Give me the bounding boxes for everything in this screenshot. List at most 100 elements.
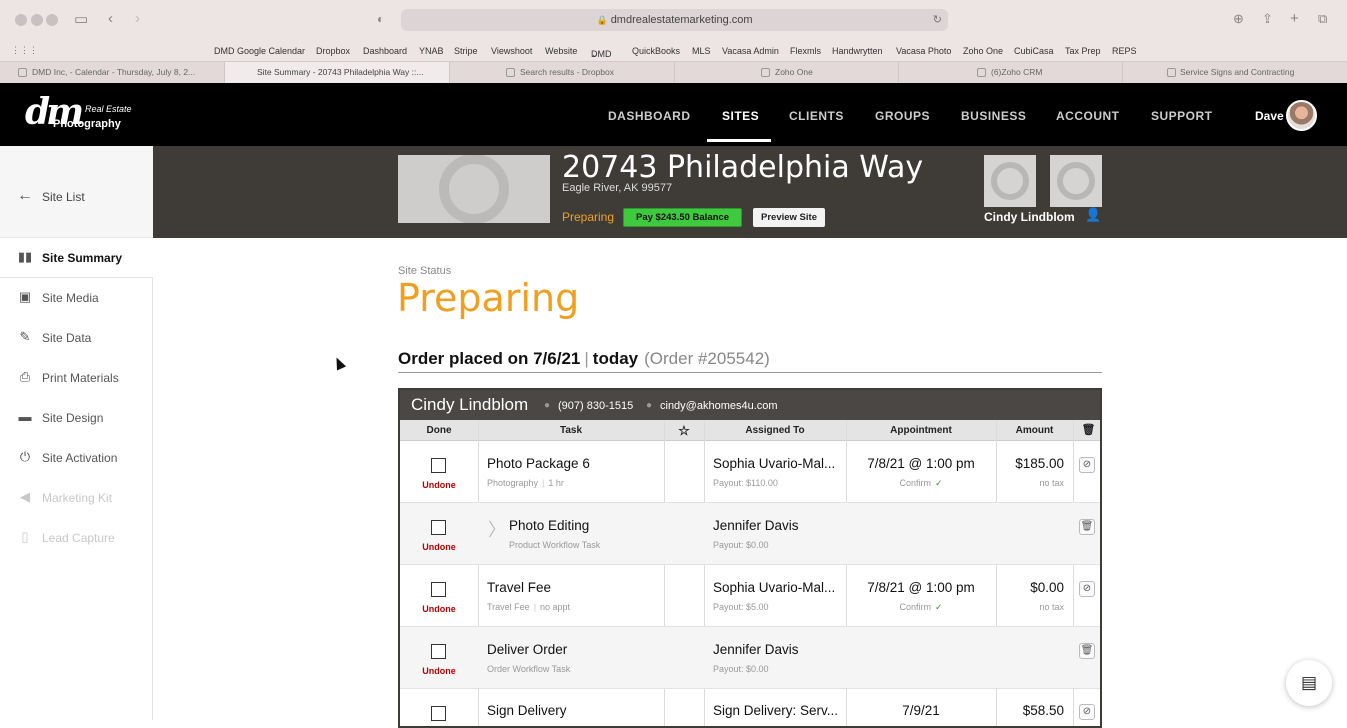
megaphone-icon: ◀: [20, 489, 30, 504]
sidebar-item-site-summary[interactable]: ▮▮ Site Summary: [0, 238, 153, 278]
done-checkbox[interactable]: [431, 458, 446, 473]
cancel-icon[interactable]: ⊘: [1079, 704, 1095, 720]
browser-tab[interactable]: (6)Zoho CRM: [899, 62, 1123, 83]
new-tab-icon[interactable]: +: [1290, 10, 1299, 27]
browser-tab[interactable]: Zoho One: [675, 62, 899, 83]
nav-dashboard[interactable]: DASHBOARD: [608, 109, 691, 123]
order-heading: Order placed on 7/6/21 | today (Order #2055…: [398, 349, 1102, 373]
privacy-shield-icon[interactable]: ◐: [377, 12, 384, 26]
trash-icon[interactable]: 🗑: [1079, 519, 1095, 535]
bookmark[interactable]: Dropbox: [316, 46, 350, 56]
cancel-icon[interactable]: ⊘: [1079, 457, 1095, 473]
nav-support[interactable]: SUPPORT: [1151, 109, 1213, 123]
preview-site-button[interactable]: Preview Site: [753, 208, 825, 227]
browser-tab[interactable]: Search results - Dropbox: [450, 62, 675, 83]
agent-photo[interactable]: [984, 155, 1036, 207]
tab-overview-icon[interactable]: ⧉: [1318, 11, 1327, 27]
chat-icon[interactable]: ▤: [1286, 660, 1332, 706]
bookmark[interactable]: CubiCasa: [1014, 46, 1054, 56]
download-icon[interactable]: ⊕: [1233, 11, 1244, 27]
sidebar-item-print-materials[interactable]: ⎙ Print Materials: [0, 358, 153, 398]
nav-sites[interactable]: SITES: [722, 109, 759, 123]
arrow-left-icon[interactable]: ←: [17, 187, 33, 205]
appointment[interactable]: 7/9/21: [846, 703, 996, 718]
sidebar-item-lead-capture[interactable]: ▯ Lead Capture: [0, 518, 153, 558]
bookmark[interactable]: REPS: [1112, 46, 1137, 56]
bookmark[interactable]: DMD Google Calendar: [214, 46, 305, 56]
brand-logo[interactable]: dm Real Estate Photography: [25, 92, 132, 132]
bookmark[interactable]: QuickBooks: [632, 46, 680, 56]
bookmark[interactable]: Tax Prep: [1065, 46, 1101, 56]
bookmark[interactable]: Handwrytten: [832, 46, 883, 56]
done-checkbox[interactable]: [431, 582, 446, 597]
site-thumbnail[interactable]: [398, 155, 550, 223]
trash-icon[interactable]: 🗑: [1073, 423, 1100, 436]
share-icon[interactable]: ⇪: [1262, 11, 1273, 27]
address-bar[interactable]: 🔒 dmdrealestatemarketing.com ↻: [401, 9, 948, 31]
divider: |: [533, 602, 537, 612]
task-name[interactable]: Photo Editing: [509, 518, 589, 533]
site-list-label[interactable]: Site List: [42, 190, 85, 204]
sidebar-toggle-icon[interactable]: ▭: [74, 10, 88, 28]
browser-tab[interactable]: DMD Inc, - Calendar - Thursday, July 8, …: [0, 62, 225, 83]
sidebar-item-site-data[interactable]: ✎ Site Data: [0, 318, 153, 358]
sidebar-item-site-activation[interactable]: ⏻ Site Activation: [0, 438, 153, 478]
bookmark[interactable]: YNAB: [419, 46, 444, 56]
browser-tab[interactable]: Service Signs and Contracting: [1123, 62, 1347, 83]
sidebar-item-site-media[interactable]: ▣ Site Media: [0, 278, 153, 318]
bookmark[interactable]: Flexmls: [790, 46, 821, 56]
assigned-to[interactable]: Sophia Uvario-Mal...: [713, 580, 843, 595]
bookmark[interactable]: Vacasa Photo: [896, 46, 951, 56]
done-checkbox[interactable]: [431, 520, 446, 535]
minimize-window-button[interactable]: [31, 14, 43, 26]
apps-grid-icon[interactable]: ⋮⋮⋮: [11, 45, 38, 56]
agent-name[interactable]: Cindy Lindblom: [984, 210, 1075, 224]
pay-balance-button[interactable]: Pay $243.50 Balance: [623, 208, 742, 227]
user-switch-icon[interactable]: 👤: [1085, 207, 1101, 223]
reload-icon[interactable]: ↻: [933, 9, 942, 31]
sidebar-item-site-design[interactable]: ▬ Site Design: [0, 398, 153, 438]
sidebar-item-marketing-kit[interactable]: ◀ Marketing Kit: [0, 478, 153, 518]
appointment[interactable]: 7/8/21 @ 1:00 pm: [846, 456, 996, 471]
task-name[interactable]: Sign Delivery: [487, 703, 567, 718]
avatar[interactable]: [1286, 100, 1317, 131]
star-icon[interactable]: ☆: [664, 423, 704, 439]
done-checkbox[interactable]: [431, 644, 446, 659]
cancel-icon[interactable]: ⊘: [1079, 581, 1095, 597]
nav-clients[interactable]: CLIENTS: [789, 109, 844, 123]
task-name[interactable]: Travel Fee: [487, 580, 551, 595]
zoom-window-button[interactable]: [46, 14, 58, 26]
bookmark[interactable]: MLS: [692, 46, 711, 56]
bookmark[interactable]: Viewshoot: [491, 46, 532, 56]
appointment[interactable]: 7/8/21 @ 1:00 pm: [846, 580, 996, 595]
confirm-status[interactable]: Confirm ✓: [846, 478, 996, 489]
client-email[interactable]: cindy@akhomes4u.com: [660, 400, 778, 412]
browser-tab-active[interactable]: Site Summary - 20743 Philadelphia Way ::…: [225, 62, 450, 83]
task-name[interactable]: Deliver Order: [487, 642, 567, 657]
trash-icon[interactable]: 🗑: [1079, 643, 1095, 659]
user-name[interactable]: Dave: [1255, 109, 1284, 123]
bookmark[interactable]: Stripe: [454, 46, 478, 56]
nav-business[interactable]: BUSINESS: [961, 109, 1026, 123]
order-number[interactable]: (Order #205542): [644, 349, 770, 368]
agent-logo[interactable]: [1050, 155, 1102, 207]
back-arrow-icon[interactable]: ‹: [108, 10, 113, 27]
bookmark[interactable]: Zoho One: [963, 46, 1003, 56]
bookmark[interactable]: Website: [545, 46, 577, 56]
forward-arrow-icon[interactable]: ›: [135, 10, 140, 27]
done-checkbox[interactable]: [431, 706, 446, 721]
assigned-to[interactable]: Sophia Uvario-Mal...: [713, 456, 843, 471]
bookmark[interactable]: Vacasa Admin: [722, 46, 779, 56]
close-window-button[interactable]: [15, 14, 27, 26]
chevron-down-icon: ⌄: [591, 49, 599, 59]
assigned-to[interactable]: Jennifer Davis: [713, 518, 843, 533]
nav-groups[interactable]: GROUPS: [875, 109, 930, 123]
bookmark[interactable]: Dashboard: [363, 46, 407, 56]
assigned-to[interactable]: Sign Delivery: Serv...: [713, 703, 843, 718]
task-name[interactable]: Photo Package 6: [487, 456, 590, 471]
confirm-status[interactable]: Confirm ✓: [846, 602, 996, 613]
client-name[interactable]: Cindy Lindblom: [411, 395, 528, 415]
client-phone[interactable]: (907) 830-1515: [558, 400, 633, 412]
assigned-to[interactable]: Jennifer Davis: [713, 642, 843, 657]
nav-account[interactable]: ACCOUNT: [1056, 109, 1120, 123]
